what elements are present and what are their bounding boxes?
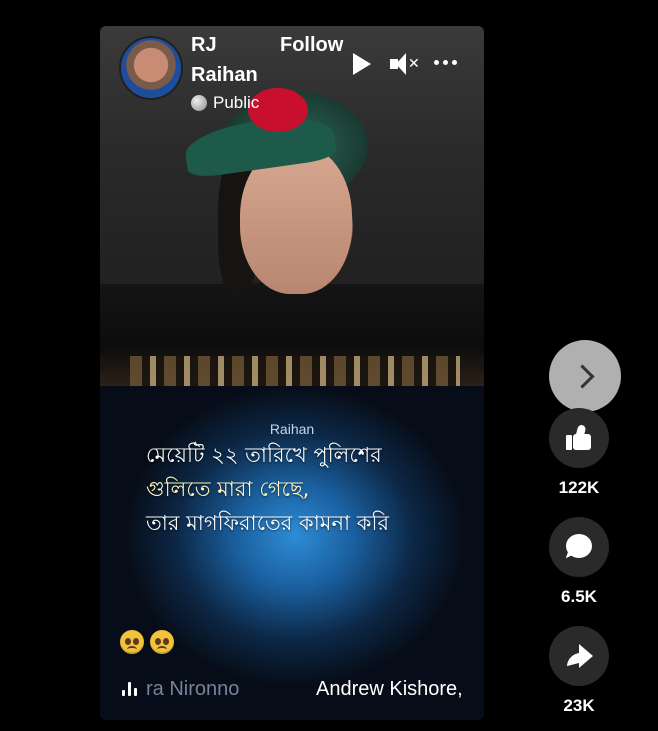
- reel-header: RJ Raihan Follow Public ✕: [100, 26, 484, 126]
- muted-speaker-icon[interactable]: ✕: [388, 51, 420, 77]
- globe-icon: [191, 95, 207, 111]
- audio-track-row[interactable]: ra Nironno Andrew Kishore,: [100, 676, 484, 702]
- comment-bubble-icon: [565, 533, 593, 562]
- audio-artist-text: Andrew Kishore,: [316, 677, 463, 700]
- caption-line-1: মেয়েটি ২২ তারিখে পুলিশের: [146, 443, 382, 467]
- next-reel-button[interactable]: [549, 340, 621, 412]
- share-button[interactable]: [549, 626, 609, 686]
- frowning-face-icon: [120, 630, 144, 654]
- caption-line-2: গুলিতে মারা গেছে,: [146, 477, 310, 501]
- share-arrow-icon: [565, 644, 593, 668]
- audio-waveform-icon: [122, 682, 138, 696]
- author-avatar[interactable]: [119, 36, 183, 100]
- reel-video[interactable]: RJ Raihan Follow Public ✕ Raihan মেয়েটি…: [100, 26, 484, 720]
- follow-button[interactable]: Follow: [280, 34, 343, 57]
- author-name-line-1[interactable]: RJ: [191, 34, 217, 57]
- frowning-face-icon: [150, 630, 174, 654]
- caption-line-3: তার মাগফিরাতের কামনা করি: [146, 511, 389, 535]
- author-name-line-2[interactable]: Raihan: [191, 64, 258, 87]
- more-options-icon[interactable]: [434, 60, 457, 65]
- audience-text: Public: [213, 93, 260, 112]
- audio-track-text: ra Nironno: [146, 677, 240, 700]
- caption-author-name: Raihan: [269, 421, 315, 437]
- chevron-right-icon: [569, 363, 595, 389]
- caption-card: Raihan মেয়েটি ২২ তারিখে পুলিশের গুলিতে …: [100, 386, 484, 720]
- thumbs-up-icon: [565, 424, 593, 451]
- embroidery-pattern: [130, 356, 460, 386]
- audience-label: Public: [191, 93, 259, 113]
- emoji-row: [120, 630, 174, 654]
- play-icon[interactable]: [353, 53, 371, 75]
- like-count: 122K: [558, 478, 600, 497]
- share-count: 23K: [563, 696, 595, 715]
- like-button[interactable]: [549, 408, 609, 468]
- comment-count: 6.5K: [561, 587, 597, 606]
- comment-button[interactable]: [549, 517, 609, 577]
